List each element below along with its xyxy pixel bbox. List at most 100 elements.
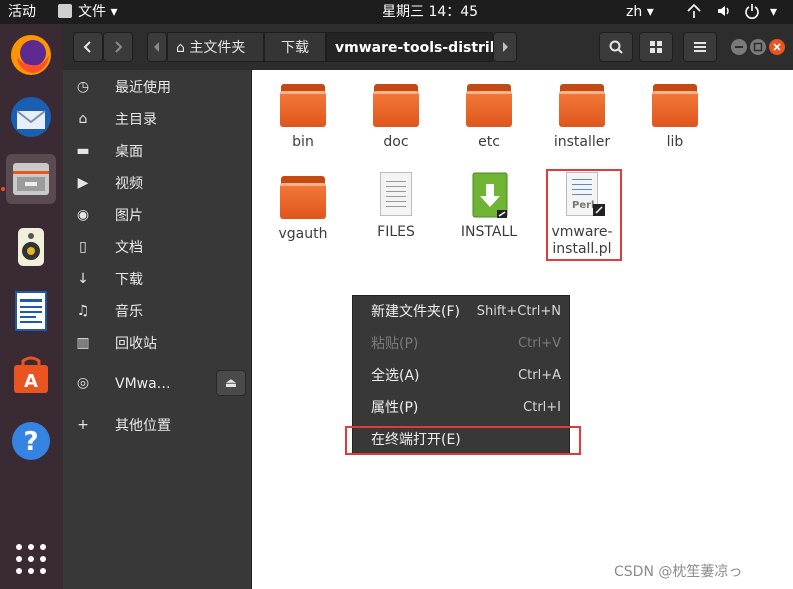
chevron-down-icon: ▾ bbox=[646, 4, 654, 20]
sidebar-item-label: 图片 bbox=[115, 208, 143, 224]
forward-button[interactable] bbox=[103, 32, 133, 62]
menu-item-label: 新建文件夹(F) bbox=[371, 304, 460, 320]
menu-item-shortcut: Ctrl+V bbox=[518, 336, 561, 351]
close-icon bbox=[773, 43, 781, 51]
sidebar-item-pictures[interactable]: ◉ 图片 bbox=[63, 200, 251, 232]
camera-icon: ◉ bbox=[76, 207, 90, 223]
menu-item-paste[interactable]: 粘贴(P) Ctrl+V bbox=[353, 328, 569, 360]
header-bar: ⌂ 主文件夹 下载 vmware-tools-distrib bbox=[63, 24, 793, 71]
file-name: INSTALL bbox=[460, 224, 518, 240]
activities-button[interactable]: 活动 bbox=[8, 0, 36, 24]
dock-ubuntu-software[interactable]: A bbox=[6, 350, 56, 400]
sidebar-item-label: 回收站 bbox=[115, 336, 157, 352]
breadcrumb-current[interactable]: vmware-tools-distrib bbox=[326, 32, 500, 62]
svg-text:A: A bbox=[24, 371, 38, 392]
dock-rhythmbox[interactable] bbox=[6, 222, 56, 272]
watermark: CSDN @枕笙萋凉っ bbox=[614, 564, 743, 580]
menu-item-new-folder[interactable]: 新建文件夹(F) Shift+Ctrl+N bbox=[353, 296, 569, 328]
folder-icon bbox=[372, 82, 420, 130]
sidebar-item-desktop[interactable]: ▬ 桌面 bbox=[63, 136, 251, 168]
writer-document-icon bbox=[15, 291, 47, 331]
dock-firefox[interactable] bbox=[6, 30, 56, 80]
view-grid-icon bbox=[650, 41, 662, 53]
file-item[interactable]: INSTALL bbox=[449, 172, 529, 241]
sidebar-item-videos[interactable]: ▶ 视频 bbox=[63, 168, 251, 200]
menu-item-shortcut: Shift+Ctrl+N bbox=[476, 304, 561, 319]
svg-text:?: ? bbox=[23, 427, 38, 457]
folder-icon bbox=[279, 174, 327, 222]
breadcrumb-label: vmware-tools-distrib bbox=[335, 40, 500, 56]
network-icon[interactable] bbox=[686, 0, 702, 24]
sidebar-item-label: 文档 bbox=[115, 240, 143, 256]
file-item[interactable]: FILES bbox=[356, 172, 436, 241]
power-icon[interactable] bbox=[744, 0, 760, 24]
app-grid-icon bbox=[16, 544, 46, 574]
app-menu[interactable]: 文件 ▾ bbox=[58, 0, 117, 24]
maximize-icon bbox=[753, 42, 763, 52]
thunderbird-icon bbox=[11, 97, 51, 137]
folder-item[interactable]: bin bbox=[263, 82, 343, 151]
chevron-left-icon bbox=[83, 41, 91, 53]
sidebar-item-label: 音乐 bbox=[115, 304, 143, 320]
eject-button[interactable]: ⏏ bbox=[216, 370, 246, 396]
dock-thunderbird[interactable] bbox=[6, 92, 56, 142]
dock-show-applications[interactable] bbox=[6, 534, 56, 584]
sidebar-item-music[interactable]: ♫ 音乐 bbox=[63, 296, 251, 328]
chevron-right-icon bbox=[503, 42, 508, 52]
close-button[interactable] bbox=[769, 39, 785, 55]
minimize-button[interactable] bbox=[731, 39, 747, 55]
folder-item[interactable]: etc bbox=[449, 82, 529, 151]
chevron-down-icon: ▾ bbox=[110, 4, 118, 20]
highlight-box bbox=[345, 426, 581, 455]
search-icon bbox=[609, 40, 623, 54]
sidebar-item-documents[interactable]: ▯ 文档 bbox=[63, 232, 251, 264]
maximize-button[interactable] bbox=[750, 39, 766, 55]
dock-libreoffice-writer[interactable] bbox=[6, 286, 56, 336]
home-icon: ⌂ bbox=[78, 111, 88, 127]
volume-icon[interactable] bbox=[716, 0, 732, 24]
breadcrumb-scroll-left[interactable] bbox=[147, 32, 167, 62]
breadcrumb-scroll-right[interactable] bbox=[493, 32, 517, 62]
download-icon: ↓ bbox=[77, 271, 89, 287]
dock: A ? bbox=[0, 24, 63, 589]
breadcrumb-label: 主文件夹 bbox=[189, 40, 246, 56]
breadcrumb-downloads[interactable]: 下载 bbox=[264, 32, 326, 62]
dock-help[interactable]: ? bbox=[6, 416, 56, 466]
back-button[interactable] bbox=[73, 32, 103, 62]
sidebar-item-home[interactable]: ⌂ 主目录 bbox=[63, 104, 251, 136]
menu-item-properties[interactable]: 属性(P) Ctrl+I bbox=[353, 392, 569, 424]
document-icon: ▯ bbox=[79, 239, 87, 255]
search-button[interactable] bbox=[599, 32, 633, 62]
disc-icon: ◎ bbox=[76, 375, 90, 391]
menu-button[interactable] bbox=[683, 32, 717, 62]
dock-files[interactable] bbox=[6, 154, 56, 204]
folder-item[interactable]: installer bbox=[542, 82, 622, 151]
file-name: doc bbox=[383, 134, 409, 150]
firefox-icon bbox=[11, 35, 51, 75]
desktop-icon: ▬ bbox=[76, 143, 90, 159]
folder-item[interactable]: vgauth bbox=[263, 174, 343, 243]
view-toggle-button[interactable] bbox=[639, 32, 673, 62]
menu-item-label: 粘贴(P) bbox=[371, 336, 419, 352]
app-menu-label: 文件 bbox=[78, 4, 106, 20]
sidebar-item-trash[interactable]: ▥ 回收站 bbox=[63, 328, 251, 360]
clock[interactable]: 星期三 14：45 bbox=[382, 0, 478, 24]
sidebar-item-label: 最近使用 bbox=[115, 80, 171, 96]
breadcrumb-home[interactable]: ⌂ 主文件夹 bbox=[167, 32, 264, 62]
sidebar-item-downloads[interactable]: ↓ 下载 bbox=[63, 264, 251, 296]
menu-item-shortcut: Ctrl+A bbox=[518, 368, 561, 383]
folder-item[interactable]: lib bbox=[635, 82, 715, 151]
sidebar-item-recent[interactable]: ◷ 最近使用 bbox=[63, 72, 251, 104]
menu-item-label: 属性(P) bbox=[371, 400, 419, 416]
folder-icon bbox=[279, 82, 327, 130]
folder-item[interactable]: doc bbox=[356, 82, 436, 151]
minimize-icon bbox=[735, 46, 743, 48]
system-menu-chevron-icon[interactable]: ▾ bbox=[770, 0, 777, 24]
sidebar-item-other-locations[interactable]: + 其他位置 bbox=[63, 410, 251, 442]
menu-item-select-all[interactable]: 全选(A) Ctrl+A bbox=[353, 360, 569, 392]
file-name: FILES bbox=[377, 224, 415, 240]
speaker-icon bbox=[18, 228, 44, 266]
sidebar-item-label: 其他位置 bbox=[115, 418, 171, 434]
input-method-menu[interactable]: zh ▾ bbox=[626, 0, 654, 24]
folder-icon bbox=[651, 82, 699, 130]
